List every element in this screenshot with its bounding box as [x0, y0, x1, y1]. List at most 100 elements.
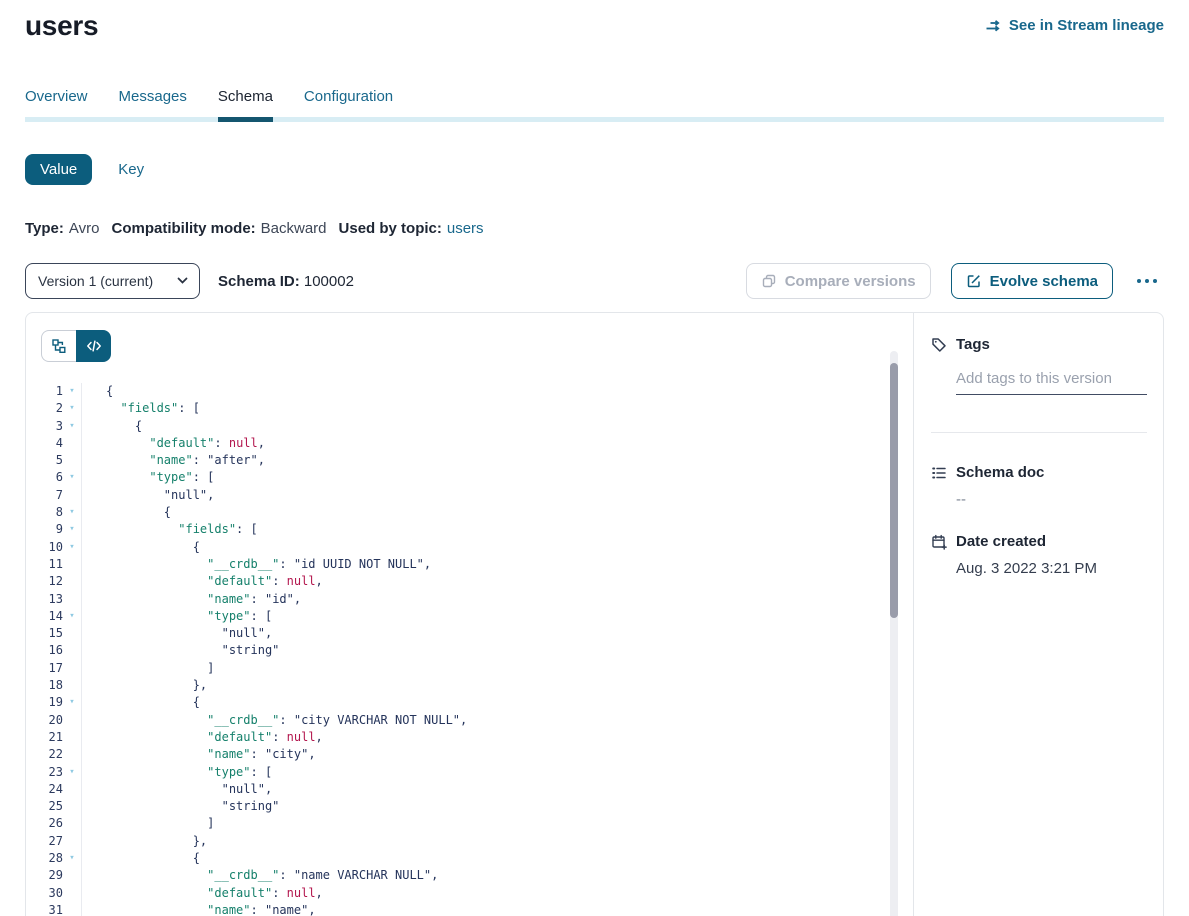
code-content: "__crdb__": "name VARCHAR NULL", — [81, 867, 913, 884]
code-content: "default": null, — [81, 885, 913, 902]
schema-doc-section: Schema doc -- — [931, 464, 1147, 508]
line-number: 30 — [26, 885, 63, 902]
fold-toggle-icon[interactable]: ▾ — [63, 850, 81, 867]
line-number: 4 — [26, 435, 63, 452]
fold-toggle-icon[interactable]: ▾ — [63, 608, 81, 625]
code-content: "string" — [81, 798, 913, 815]
fold-toggle-icon[interactable]: ▾ — [63, 521, 81, 538]
compatibility-label: Compatibility mode: — [111, 220, 255, 237]
fold-toggle-icon[interactable]: ▾ — [63, 764, 81, 781]
schema-doc-title: Schema doc — [956, 464, 1044, 481]
line-number: 2 — [26, 400, 63, 417]
fold-spacer — [63, 781, 81, 798]
key-toggle-button[interactable]: Key — [118, 161, 144, 178]
code-content: ] — [81, 815, 913, 832]
schema-page: users See in Stream lineage Overview Mes… — [0, 0, 1189, 916]
add-tags-input[interactable] — [956, 366, 1147, 395]
code-content: "null", — [81, 487, 913, 504]
editor-scrollbar-track[interactable] — [890, 351, 898, 916]
code-line: 16 "string" — [26, 642, 913, 659]
editor-scrollbar-thumb[interactable] — [890, 363, 898, 618]
code-line: 6▾ "type": [ — [26, 469, 913, 486]
fold-toggle-icon[interactable]: ▾ — [63, 694, 81, 711]
line-number: 11 — [26, 556, 63, 573]
compare-versions-icon — [761, 273, 777, 289]
calendar-plus-icon — [931, 534, 947, 550]
page-header: users See in Stream lineage — [25, 0, 1164, 42]
code-line: 27 }, — [26, 833, 913, 850]
value-toggle-button[interactable]: Value — [25, 154, 92, 185]
line-number: 22 — [26, 746, 63, 763]
code-line: 18 }, — [26, 677, 913, 694]
line-number: 19 — [26, 694, 63, 711]
code-line: 13 "name": "id", — [26, 591, 913, 608]
code-content: { — [81, 850, 913, 867]
sidebar-divider — [931, 432, 1147, 433]
code-content: "null", — [81, 781, 913, 798]
code-content: "__crdb__": "id UUID NOT NULL", — [81, 556, 913, 573]
tree-view-button[interactable] — [41, 330, 76, 362]
date-created-title: Date created — [956, 533, 1046, 550]
line-number: 5 — [26, 452, 63, 469]
code-content: }, — [81, 833, 913, 850]
tab-bar: Overview Messages Schema Configuration — [25, 88, 1164, 122]
code-line: 23▾ "type": [ — [26, 764, 913, 781]
fold-spacer — [63, 487, 81, 504]
code-content: { — [81, 539, 913, 556]
topic-link[interactable]: users — [447, 220, 484, 237]
code-line: 26 ] — [26, 815, 913, 832]
tree-view-icon — [51, 338, 67, 354]
code-line: 1▾{ — [26, 383, 913, 400]
line-number: 14 — [26, 608, 63, 625]
fold-spacer — [63, 660, 81, 677]
code-view-button[interactable] — [76, 330, 111, 362]
tab-schema[interactable]: Schema — [218, 88, 273, 122]
line-number: 18 — [26, 677, 63, 694]
fold-toggle-icon[interactable]: ▾ — [63, 504, 81, 521]
fold-toggle-icon[interactable]: ▾ — [63, 418, 81, 435]
code-editor[interactable]: 1▾{2▾ "fields": [3▾ {4 "default": null,5… — [26, 383, 913, 916]
more-options-button[interactable] — [1130, 274, 1164, 288]
fold-toggle-icon[interactable]: ▾ — [63, 539, 81, 556]
fold-spacer — [63, 677, 81, 694]
fold-toggle-icon[interactable]: ▾ — [63, 469, 81, 486]
fold-spacer — [63, 591, 81, 608]
stream-lineage-link[interactable]: See in Stream lineage — [985, 17, 1164, 34]
code-line: 25 "string" — [26, 798, 913, 815]
line-number: 6 — [26, 469, 63, 486]
code-line: 10▾ { — [26, 539, 913, 556]
type-label: Type: — [25, 220, 64, 237]
code-line: 17 ] — [26, 660, 913, 677]
code-content: }, — [81, 677, 913, 694]
fold-toggle-icon[interactable]: ▾ — [63, 383, 81, 400]
line-number: 31 — [26, 902, 63, 916]
compare-versions-button[interactable]: Compare versions — [746, 263, 931, 299]
code-line: 21 "default": null, — [26, 729, 913, 746]
code-line: 28▾ { — [26, 850, 913, 867]
version-select[interactable]: Version 1 (current) — [25, 263, 200, 299]
line-number: 12 — [26, 573, 63, 590]
line-number: 1 — [26, 383, 63, 400]
code-content: "name": "after", — [81, 452, 913, 469]
code-line: 9▾ "fields": [ — [26, 521, 913, 538]
fold-spacer — [63, 729, 81, 746]
line-number: 29 — [26, 867, 63, 884]
fold-spacer — [63, 885, 81, 902]
fold-spacer — [63, 867, 81, 884]
line-number: 26 — [26, 815, 63, 832]
fold-spacer — [63, 798, 81, 815]
code-line: 15 "null", — [26, 625, 913, 642]
tags-section: Tags — [931, 336, 1147, 433]
fold-toggle-icon[interactable]: ▾ — [63, 400, 81, 417]
fold-spacer — [63, 556, 81, 573]
code-content: "type": [ — [81, 469, 913, 486]
evolve-schema-button[interactable]: Evolve schema — [951, 263, 1113, 299]
code-content: "name": "city", — [81, 746, 913, 763]
line-number: 24 — [26, 781, 63, 798]
code-view-icon — [86, 338, 102, 354]
code-line: 12 "default": null, — [26, 573, 913, 590]
stream-lineage-label: See in Stream lineage — [1009, 17, 1164, 34]
code-content: "name": "name", — [81, 902, 913, 916]
code-line: 7 "null", — [26, 487, 913, 504]
schema-toolbar: Version 1 (current) Schema ID: 100002 — [25, 263, 1164, 299]
